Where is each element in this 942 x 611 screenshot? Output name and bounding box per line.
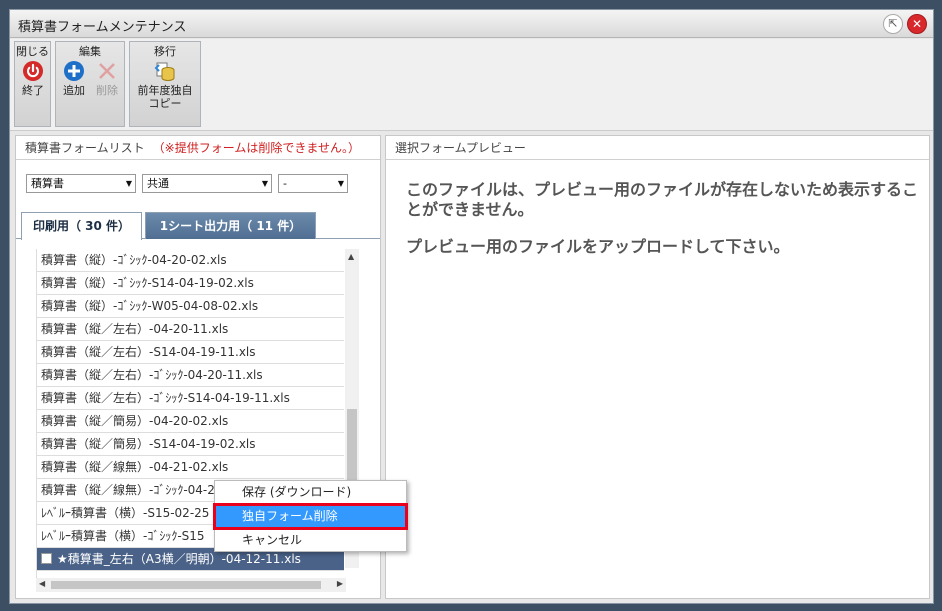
preview-message: このファイルは、プレビュー用のファイルが存在しないため表示することができません。… bbox=[406, 180, 926, 274]
close-icon[interactable]: ✕ bbox=[907, 14, 927, 34]
exit-label: 終了 bbox=[22, 84, 44, 97]
exit-button[interactable]: 終了 bbox=[17, 60, 49, 97]
list-item[interactable]: 積算書（縦／簡易）-04-20-02.xls bbox=[37, 410, 344, 433]
delete-label: 削除 bbox=[96, 84, 118, 97]
menu-item-save-download[interactable]: 保存 (ダウンロード) bbox=[215, 481, 406, 504]
preview-message-missing: このファイルは、プレビュー用のファイルが存在しないため表示することができません。 bbox=[406, 180, 919, 219]
toolbar: 閉じる 終了 編集 追加 削除 移行 前年度独自 コピー bbox=[10, 39, 933, 131]
group-label: 編集 bbox=[79, 45, 101, 58]
scroll-left-icon[interactable]: ◀ bbox=[39, 579, 45, 588]
list-tabs: 印刷用（ 30 件） 1シート出力用（ 11 件） bbox=[16, 205, 380, 240]
list-item[interactable]: 積算書（縦／左右）-04-20-11.xls bbox=[37, 318, 344, 341]
chevron-down-icon: ▼ bbox=[261, 179, 268, 188]
list-item[interactable]: 積算書（縦／左右）-ｺﾞｼｯｸ-S14-04-19-11.xls bbox=[37, 387, 344, 410]
group-label: 移行 bbox=[154, 45, 176, 58]
add-button[interactable]: 追加 bbox=[58, 60, 90, 97]
prev-year-copy-button[interactable]: 前年度独自 コピー bbox=[132, 60, 198, 110]
filter-type-select[interactable]: 積算書 ▼ bbox=[26, 174, 136, 193]
toolbar-group-migrate: 移行 前年度独自 コピー bbox=[129, 41, 201, 127]
delete-x-icon bbox=[99, 63, 115, 79]
toolbar-group-edit: 編集 追加 削除 bbox=[55, 41, 125, 127]
menu-item-delete-custom-form[interactable]: 独自フォーム削除 bbox=[213, 503, 408, 530]
scroll-up-icon[interactable]: ▲ bbox=[348, 252, 354, 261]
list-item[interactable]: 積算書（縦）-ｺﾞｼｯｸ-W05-04-08-02.xls bbox=[37, 295, 344, 318]
scroll-thumb[interactable] bbox=[51, 581, 321, 589]
scroll-thumb[interactable] bbox=[347, 409, 357, 489]
tab-print[interactable]: 印刷用（ 30 件） bbox=[21, 212, 142, 240]
prev-year-copy-label: 前年度独自 コピー bbox=[137, 84, 193, 110]
toolbar-group-close: 閉じる 終了 bbox=[14, 41, 51, 127]
filter-type-value: 積算書 bbox=[31, 177, 64, 190]
filter-sub-select[interactable]: - ▼ bbox=[278, 174, 348, 193]
menu-item-cancel[interactable]: キャンセル bbox=[215, 529, 406, 552]
add-label: 追加 bbox=[63, 84, 85, 97]
popout-icon[interactable]: ⇱ bbox=[883, 14, 903, 34]
tab-single-sheet[interactable]: 1シート出力用（ 11 件） bbox=[145, 212, 316, 239]
list-item[interactable]: 積算書（縦／線無）-04-21-02.xls bbox=[37, 456, 344, 479]
chevron-down-icon: ▼ bbox=[125, 179, 132, 188]
list-item[interactable]: 積算書（縦／左右）-S14-04-19-11.xls bbox=[37, 341, 344, 364]
form-list-header: 積算書フォームリスト （※提供フォームは削除できません。） bbox=[16, 136, 380, 160]
context-menu: 保存 (ダウンロード) 独自フォーム削除 キャンセル bbox=[213, 480, 408, 552]
filter-sub-value: - bbox=[283, 177, 287, 190]
list-item[interactable]: 積算書（縦／簡易）-S14-04-19-02.xls bbox=[37, 433, 344, 456]
selected-item-label: ★積算書_左右（A3横／明朝）-04-12-11.xls bbox=[57, 552, 301, 566]
form-list-title: 積算書フォームリスト bbox=[25, 141, 145, 155]
preview-panel: 選択フォームプレビュー このファイルは、プレビュー用のファイルが存在しないため表… bbox=[385, 135, 930, 599]
title-bar: 積算書フォームメンテナンス ⇱ ✕ bbox=[10, 10, 933, 38]
power-icon bbox=[23, 61, 43, 81]
chevron-down-icon: ▼ bbox=[337, 179, 344, 188]
list-item[interactable]: 積算書（縦）-ｺﾞｼｯｸ-04-20-02.xls bbox=[37, 249, 344, 272]
plus-icon bbox=[64, 61, 84, 81]
list-horizontal-scrollbar[interactable]: ◀ ▶ bbox=[36, 578, 346, 592]
group-label: 閉じる bbox=[16, 45, 49, 58]
preview-message-upload: プレビュー用のファイルをアップロードして下さい。 bbox=[406, 237, 790, 256]
preview-header: 選択フォームプレビュー bbox=[386, 136, 929, 160]
window-title: 積算書フォームメンテナンス bbox=[18, 20, 187, 35]
filter-category-select[interactable]: 共通 ▼ bbox=[142, 174, 272, 193]
list-item[interactable]: 積算書（縦）-ｺﾞｼｯｸ-S14-04-19-02.xls bbox=[37, 272, 344, 295]
delete-button[interactable]: 削除 bbox=[91, 60, 123, 97]
copy-db-icon bbox=[154, 62, 175, 81]
list-item[interactable]: 積算書（縦／左右）-ｺﾞｼｯｸ-04-20-11.xls bbox=[37, 364, 344, 387]
row-checkbox[interactable] bbox=[41, 553, 52, 564]
scroll-right-icon[interactable]: ▶ bbox=[337, 579, 343, 588]
filter-category-value: 共通 bbox=[147, 177, 169, 190]
form-maintenance-window: 積算書フォームメンテナンス ⇱ ✕ 閉じる 終了 編集 追加 削除 移行 前年度… bbox=[9, 9, 934, 604]
delete-warning: （※提供フォームは削除できません。） bbox=[152, 141, 360, 155]
